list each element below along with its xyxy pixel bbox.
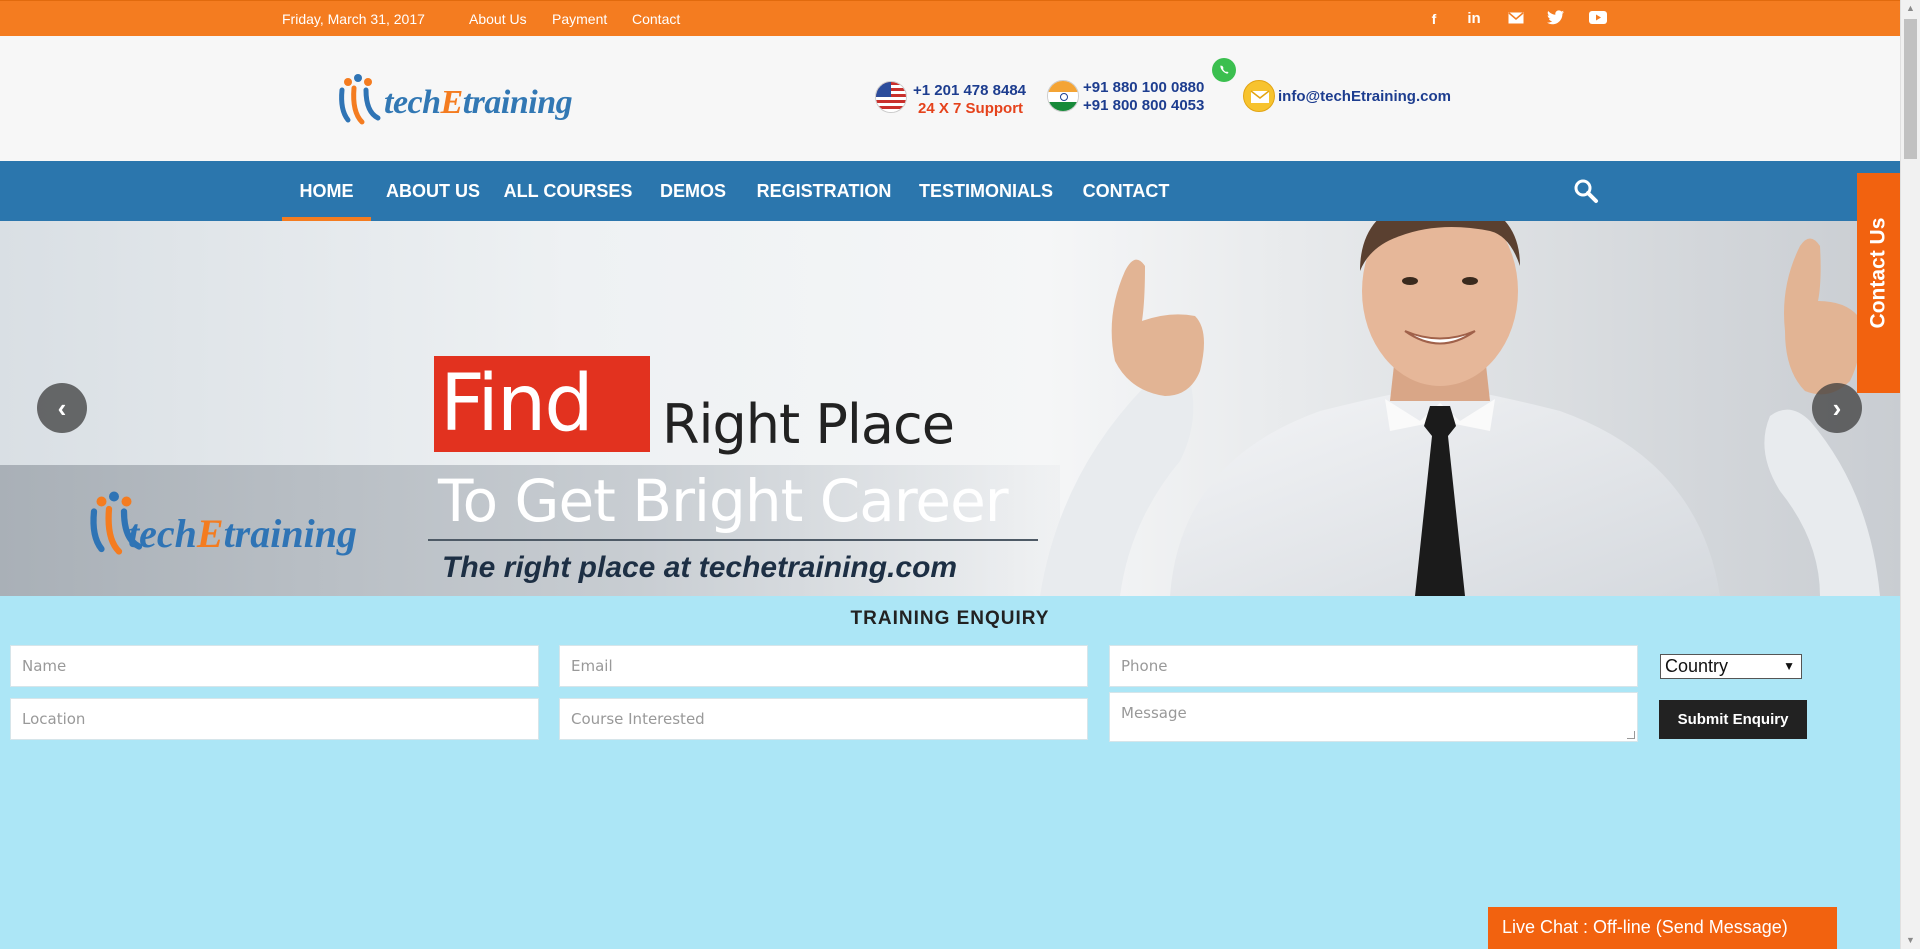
search-icon[interactable] [1573,178,1599,204]
top-link-payment[interactable]: Payment [552,1,607,37]
country-select[interactable]: Country ▼ [1660,654,1802,679]
top-link-about-us[interactable]: About Us [469,1,527,37]
live-chat-button[interactable]: Live Chat : Off-line (Send Message) [1488,907,1837,949]
support-hours: 24 X 7 Support [918,100,1024,117]
contact-email[interactable]: info@techEtraining.com [1278,88,1451,105]
hero-logo-text: techEtraining [128,511,357,556]
logo-text: techEtraining [384,84,573,121]
hero-url-line: The right place at techetraining.com [442,551,958,584]
message-placeholder: Message [1121,704,1187,722]
youtube-icon[interactable] [1587,10,1609,28]
hero-divider [428,539,1038,541]
nav-demos[interactable]: DEMOS [655,161,731,221]
nav-all-courses[interactable]: ALL COURSES [503,161,633,221]
contact-us-side-tab[interactable]: Contact Us [1857,173,1900,393]
nav-testimonials[interactable]: TESTIMONIALS [916,161,1056,221]
vertical-scrollbar[interactable]: ▲ ▼ [1900,0,1920,949]
whatsapp-icon[interactable] [1211,57,1237,83]
enquiry-title: TRAINING ENQUIRY [850,608,1050,629]
us-phone[interactable]: +1 201 478 8484 [913,82,1026,99]
scrollbar-thumb[interactable] [1904,19,1917,159]
carousel-prev-button[interactable]: ‹ [37,383,87,433]
phone-input[interactable]: Phone [1109,645,1638,687]
hero-slider: Find Right Place To Get Bright Career Th… [0,221,1900,596]
india-phone-2[interactable]: +91 800 800 4053 [1083,97,1204,114]
logo-mark-icon [339,74,381,125]
carousel-next-button[interactable]: › [1812,383,1862,433]
mail-icon[interactable] [1505,10,1527,28]
message-textarea[interactable]: Message [1109,692,1638,742]
nav-home[interactable]: HOME [282,161,371,221]
location-input[interactable]: Location [10,698,539,740]
name-input[interactable]: Name [10,645,539,687]
scroll-up-arrow-icon[interactable]: ▲ [1901,0,1920,17]
nav-about-us[interactable]: ABOUT US [383,161,483,221]
current-date: Friday, March 31, 2017 [282,11,425,27]
country-select-value: Country [1665,656,1729,676]
scroll-down-arrow-icon[interactable]: ▼ [1901,932,1920,949]
facebook-icon[interactable]: f [1423,10,1445,28]
top-link-contact[interactable]: Contact [632,1,680,37]
mail-envelope-icon [1243,80,1275,112]
hero-bright-career: To Get Bright Career [438,467,1009,535]
top-bar: Friday, March 31, 2017 About Us Payment … [0,0,1900,36]
page: Friday, March 31, 2017 About Us Payment … [0,0,1900,949]
site-header: techEtraining +1 201 478 8484 24 X 7 Sup… [0,36,1900,161]
india-flag-icon [1047,80,1079,112]
nav-contact[interactable]: CONTACT [1075,161,1177,221]
resize-grip-icon[interactable] [1627,731,1635,739]
nav-registration[interactable]: REGISTRATION [752,161,896,221]
side-tab-label: Contact Us [1866,217,1890,329]
course-interested-input[interactable]: Course Interested [559,698,1088,740]
businessman-illustration [1040,221,1880,596]
linkedin-icon[interactable]: in [1463,10,1485,28]
twitter-icon[interactable] [1545,10,1567,28]
main-nav: HOME ABOUT US ALL COURSES DEMOS REGISTRA… [0,161,1900,221]
dropdown-caret-icon: ▼ [1783,659,1795,673]
email-input[interactable]: Email [559,645,1088,687]
india-phone-1[interactable]: +91 880 100 0880 [1083,79,1204,96]
us-flag-icon [875,81,907,113]
hero-find-word: Find [440,359,594,449]
submit-enquiry-button[interactable]: Submit Enquiry [1659,700,1807,739]
hero-right-place: Right Place [662,393,955,456]
